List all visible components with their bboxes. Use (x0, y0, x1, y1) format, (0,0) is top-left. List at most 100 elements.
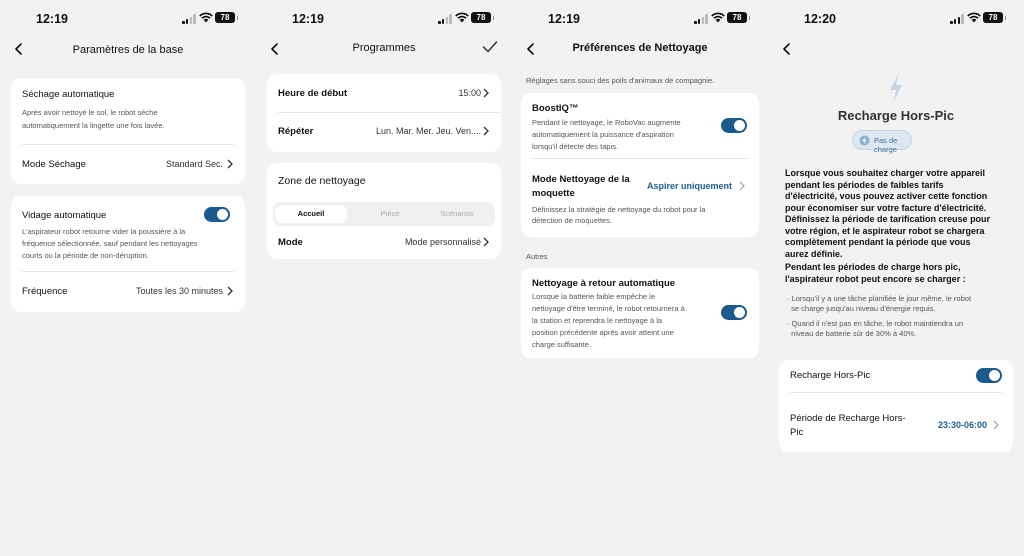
desc-line: complètement pendant la période que vous (785, 237, 971, 247)
auto-return-desc-5: charge suffisante. (532, 340, 592, 349)
zone-segmented-control: Accueil Pièce Scénarios (273, 202, 495, 226)
status-time: 12:20 (804, 12, 836, 26)
carpet-title-1: Mode Nettoyage de la (532, 174, 630, 185)
dry-mode-row[interactable]: Mode Séchage Standard Sec. (11, 145, 245, 183)
wifi-icon (455, 12, 469, 23)
auto-dry-desc-2: automatiquement la lingette une fois lav… (22, 121, 165, 130)
bullet-line: · Quand il n'est pas en tâche, le robot … (787, 319, 964, 328)
boostiq-title: BoostIQ™ (532, 103, 579, 114)
chevron-right-icon (993, 420, 999, 430)
auto-return-card: Nettoyage à retour automatique Lorsque l… (521, 268, 759, 358)
carpet-title-2: moquette (532, 188, 575, 199)
desc-line: aurez définie. (785, 248, 843, 259)
status-bar: 12:20 78 (768, 0, 1024, 38)
nav-bar: Programmes (256, 38, 512, 62)
status-bar: 12:19 78 (0, 0, 256, 38)
battery-icon: 78 (983, 12, 1006, 23)
auto-empty-desc-2: fréquence sélectionnée, sauf pendant les… (22, 239, 198, 248)
signal-icon (950, 14, 964, 24)
frequency-row[interactable]: Fréquence Toutes les 30 minutes (11, 272, 245, 310)
page-title: Recharge Hors-Pic (837, 108, 955, 123)
mode-row[interactable]: Mode Mode personnalisé (267, 229, 501, 257)
back-arrow-icon[interactable] (780, 41, 794, 57)
carpet-mode-row[interactable]: Mode Nettoyage de la moquette Aspirer un… (521, 159, 759, 235)
period-label-1: Période de Recharge Hors- (790, 413, 906, 424)
status-time: 12:19 (292, 12, 324, 26)
signal-icon (694, 14, 708, 24)
boostiq-desc-2: automatiquement la puissance d'aspiratio… (532, 130, 674, 139)
auto-empty-desc-1: L'aspirateur robot retourne vider la pou… (22, 227, 186, 236)
cleaning-zone-card: Zone de nettoyage Accueil Pièce Scénario… (267, 163, 501, 259)
auto-empty-card: Vidage automatique L'aspirateur robot re… (11, 196, 245, 312)
mode-value: Mode personnalisé (404, 237, 481, 247)
chevron-right-icon (227, 159, 233, 169)
boostiq-desc-1: Pendant le nettoyage, le RoboVac augment… (532, 118, 681, 127)
wifi-icon (711, 12, 725, 23)
auto-empty-desc-3: courts ou la période de non-déruption. (22, 251, 149, 260)
schedule-time-card: Heure de début 15:00 Répéter Lun. Mar. M… (267, 74, 501, 152)
period-label-2: Pic (790, 427, 804, 438)
status-time: 12:19 (548, 12, 580, 26)
off-peak-description: Lorsque vous souhaitez charger votre app… (785, 168, 990, 285)
desc-line: pendant les périodes de faibles tarifs (785, 179, 944, 190)
off-peak-period-row[interactable]: Période de Recharge Hors- Pic 23:30-06:0… (779, 393, 1013, 451)
start-time-label: Heure de début (278, 88, 348, 99)
checkmark-icon[interactable] (482, 40, 498, 54)
mode-label: Mode (278, 237, 303, 248)
auto-return-desc-1: Lorsque la batterie faible empêche le (532, 292, 655, 301)
signal-icon (182, 14, 196, 24)
bullet-line: se charge jusqu'au niveau d'énergie requ… (787, 304, 936, 313)
boostiq-desc-3: lorsqu'il détecte des tapis. (532, 142, 619, 151)
start-time-row[interactable]: Heure de début 15:00 (267, 74, 501, 112)
repeat-value: Lun. Mar. Mer. Jeu. Ven.... (375, 126, 481, 136)
page-title: Préférences de Nettoyage (572, 42, 708, 54)
auto-return-desc-2: nettoyage d'être terminé, le robot retou… (532, 304, 685, 313)
off-peak-settings-card: Recharge Hors-Pic Période de Recharge Ho… (779, 360, 1013, 452)
chevron-right-icon (483, 88, 489, 98)
zone-title: Zone de nettoyage (278, 175, 366, 187)
frequency-label: Fréquence (22, 286, 68, 297)
tab-scenarios[interactable]: Scénarios (421, 205, 493, 223)
desc-line: l'aspirateur robot peut encore se charge… (785, 273, 966, 284)
charging-status-badge: Pas de charge (852, 130, 912, 154)
screen-cleaning-preferences: 12:19 78 Préférences de Nettoyage Réglag… (512, 0, 768, 556)
screen-base-settings: 12:19 78 Paramètres de la base Séchage a… (0, 0, 256, 556)
preferences-card: BoostIQ™ Pendant le nettoyage, le RoboVa… (521, 93, 759, 237)
repeat-label: Répéter (278, 126, 314, 137)
auto-return-title: Nettoyage à retour automatique (532, 278, 676, 289)
off-peak-toggle[interactable] (976, 368, 1002, 383)
status-bar: 12:19 78 (512, 0, 768, 38)
nav-bar (768, 38, 1024, 62)
boostiq-toggle[interactable] (721, 118, 747, 133)
screen-schedules: 12:19 78 Programmes Heure de début 15:00… (256, 0, 512, 556)
nav-bar: Préférences de Nettoyage (512, 38, 768, 62)
charging-status-text: Pas de charge (874, 136, 898, 154)
chevron-right-icon (227, 286, 233, 296)
tab-accueil[interactable]: Accueil (275, 205, 347, 223)
status-time: 12:19 (36, 12, 68, 26)
wifi-icon (199, 12, 213, 23)
wifi-icon (967, 12, 981, 23)
pet-hair-intro: Réglages sans souci des poils d'animaux … (526, 76, 715, 85)
desc-line: d'électricité, vous pouvez activer cette… (785, 191, 988, 201)
tab-piece[interactable]: Pièce (354, 205, 426, 223)
repeat-row[interactable]: Répéter Lun. Mar. Mer. Jeu. Ven.... (267, 113, 501, 151)
auto-return-toggle[interactable] (721, 305, 747, 320)
chevron-right-icon (739, 181, 745, 191)
auto-empty-title: Vidage automatique (22, 210, 107, 221)
auto-return-desc-3: la station et reprendra le nettoyage à l… (532, 316, 663, 325)
off-peak-toggle-label: Recharge Hors-Pic (790, 370, 871, 381)
auto-dry-card: Séchage automatique Après avoir nettoyé … (11, 78, 245, 184)
status-bar: 12:19 78 (256, 0, 512, 38)
frequency-value: Toutes les 30 minutes (135, 286, 223, 296)
signal-icon (438, 14, 452, 24)
page-title: Paramètres de la base (72, 44, 184, 56)
battery-icon: 78 (215, 12, 238, 23)
desc-line: Pendant les périodes de charge hors pic, (785, 262, 961, 272)
lightning-icon (890, 75, 902, 101)
nav-bar: Paramètres de la base (0, 38, 256, 62)
carpet-desc-2: détection de moquettes. (532, 216, 613, 225)
auto-dry-title: Séchage automatique (22, 89, 115, 100)
period-value: 23:30-06:00 (937, 420, 987, 430)
auto-empty-toggle[interactable] (204, 207, 230, 222)
